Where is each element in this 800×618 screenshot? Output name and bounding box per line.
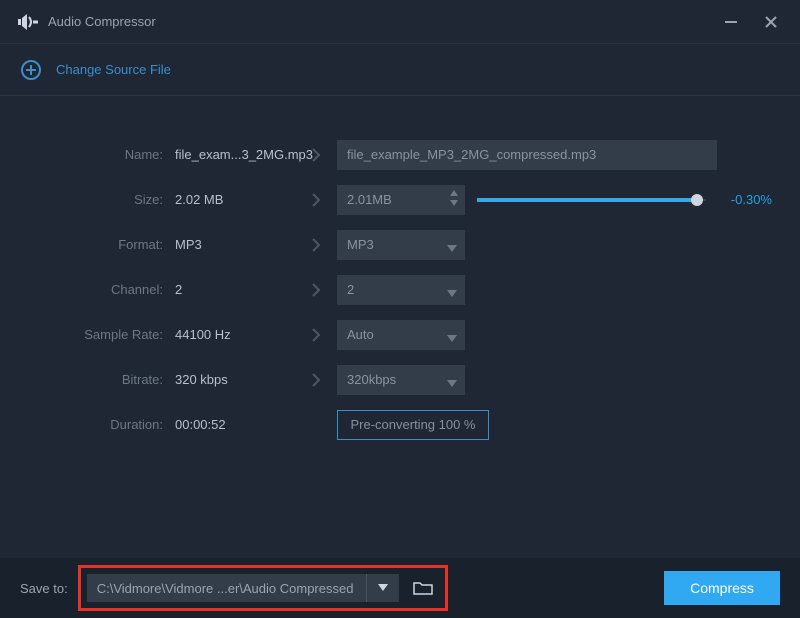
row-duration: Duration: 00:00:52 Pre-converting 100 % bbox=[0, 402, 772, 447]
chevron-down-icon bbox=[447, 331, 457, 346]
row-bitrate: Bitrate: 320 kbps 320kbps bbox=[0, 357, 772, 402]
label-channel: Channel: bbox=[0, 282, 175, 297]
bitrate-select-value: 320kbps bbox=[347, 372, 396, 387]
app-title: Audio Compressor bbox=[48, 14, 702, 29]
settings-form: Name: file_exam...3_2MG.mp3 Size: 2.02 M… bbox=[0, 96, 800, 447]
chevron-down-icon bbox=[378, 584, 388, 592]
size-percent-label: -0.30% bbox=[718, 192, 772, 207]
value-sample-rate: 44100 Hz bbox=[175, 327, 295, 342]
sample-rate-select-value: Auto bbox=[347, 327, 374, 342]
add-circle-icon bbox=[20, 59, 42, 81]
row-channel: Channel: 2 2 bbox=[0, 267, 772, 312]
output-name-input[interactable] bbox=[337, 140, 717, 170]
label-sample-rate: Sample Rate: bbox=[0, 327, 175, 342]
chevron-right-icon bbox=[295, 282, 337, 298]
value-bitrate: 320 kbps bbox=[175, 372, 295, 387]
output-size-spinner[interactable]: 2.01MB bbox=[337, 185, 465, 215]
bitrate-select[interactable]: 320kbps bbox=[337, 365, 465, 395]
chevron-right-icon bbox=[295, 147, 337, 163]
close-button[interactable] bbox=[760, 11, 782, 33]
label-format: Format: bbox=[0, 237, 175, 252]
size-slider[interactable] bbox=[477, 198, 706, 202]
compress-button-label: Compress bbox=[690, 580, 754, 596]
value-duration: 00:00:52 bbox=[175, 417, 295, 432]
folder-icon bbox=[413, 580, 433, 596]
label-size: Size: bbox=[0, 192, 175, 207]
chevron-right-icon bbox=[295, 327, 337, 343]
row-format: Format: MP3 MP3 bbox=[0, 222, 772, 267]
output-size-value: 2.01MB bbox=[347, 192, 392, 207]
chevron-down-icon bbox=[447, 286, 457, 301]
chevron-right-icon bbox=[295, 372, 337, 388]
channel-select-value: 2 bbox=[347, 282, 354, 297]
open-folder-button[interactable] bbox=[407, 574, 439, 602]
format-select[interactable]: MP3 bbox=[337, 230, 465, 260]
save-path-value: C:\Vidmore\Vidmore ...er\Audio Compresse… bbox=[97, 581, 354, 596]
titlebar: Audio Compressor bbox=[0, 0, 800, 44]
preconvert-button[interactable]: Pre-converting 100 % bbox=[337, 410, 489, 440]
save-path-field[interactable]: C:\Vidmore\Vidmore ...er\Audio Compresse… bbox=[87, 574, 367, 602]
app-audio-icon bbox=[18, 13, 38, 31]
spinner-arrows-icon[interactable] bbox=[449, 188, 459, 208]
change-source-label: Change Source File bbox=[56, 62, 171, 77]
preconvert-label: Pre-converting 100 % bbox=[350, 417, 475, 432]
chevron-down-icon bbox=[447, 241, 457, 256]
value-channel: 2 bbox=[175, 282, 295, 297]
label-name: Name: bbox=[0, 147, 175, 162]
sample-rate-select[interactable]: Auto bbox=[337, 320, 465, 350]
chevron-right-icon bbox=[295, 192, 337, 208]
value-name: file_exam...3_2MG.mp3 bbox=[175, 147, 295, 162]
footer-bar: Save to: C:\Vidmore\Vidmore ...er\Audio … bbox=[0, 558, 800, 618]
save-path-dropdown[interactable] bbox=[367, 574, 399, 602]
compress-button[interactable]: Compress bbox=[664, 571, 780, 605]
row-name: Name: file_exam...3_2MG.mp3 bbox=[0, 132, 772, 177]
format-select-value: MP3 bbox=[347, 237, 374, 252]
label-bitrate: Bitrate: bbox=[0, 372, 175, 387]
minimize-button[interactable] bbox=[720, 11, 742, 33]
chevron-right-icon bbox=[295, 237, 337, 253]
change-source-row[interactable]: Change Source File bbox=[0, 44, 800, 96]
chevron-down-icon bbox=[447, 376, 457, 391]
save-to-group: C:\Vidmore\Vidmore ...er\Audio Compresse… bbox=[78, 565, 448, 611]
row-size: Size: 2.02 MB 2.01MB -0.30% bbox=[0, 177, 772, 222]
row-sample-rate: Sample Rate: 44100 Hz Auto bbox=[0, 312, 772, 357]
channel-select[interactable]: 2 bbox=[337, 275, 465, 305]
value-size: 2.02 MB bbox=[175, 192, 295, 207]
label-duration: Duration: bbox=[0, 417, 175, 432]
value-format: MP3 bbox=[175, 237, 295, 252]
save-to-label: Save to: bbox=[20, 581, 68, 596]
